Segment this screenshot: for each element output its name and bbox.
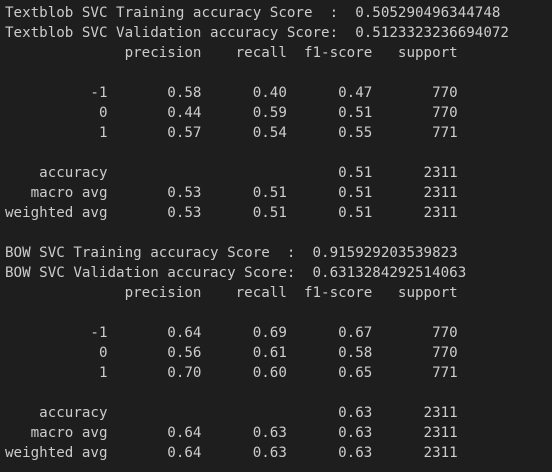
textblob-training-score-line: Textblob SVC Training accuracy Score : 0…: [5, 5, 501, 21]
textblob-class-0-row: 0 0.44 0.59 0.51 770: [5, 105, 458, 121]
bow-weighted-avg-row: weighted avg 0.64 0.63 0.63 2311: [5, 445, 458, 461]
bow-accuracy-row: accuracy 0.63 2311: [5, 405, 458, 421]
terminal-output: Textblob SVC Training accuracy Score : 0…: [0, 0, 552, 472]
bow-class-1-row: 1 0.70 0.60 0.65 771: [5, 365, 458, 381]
bow-macro-avg-row: macro avg 0.64 0.63 0.63 2311: [5, 425, 458, 441]
textblob-class-1-row: 1 0.57 0.54 0.55 771: [5, 125, 458, 141]
textblob-class-neg1-row: -1 0.58 0.40 0.47 770: [5, 85, 458, 101]
bow-report-header: precision recall f1-score support: [5, 285, 458, 301]
bow-validation-score-line: BOW SVC Validation accuracy Score: 0.631…: [5, 265, 467, 281]
textblob-accuracy-row: accuracy 0.51 2311: [5, 165, 458, 181]
textblob-weighted-avg-row: weighted avg 0.53 0.51 0.51 2311: [5, 205, 458, 221]
bow-training-score-line: BOW SVC Training accuracy Score : 0.9159…: [5, 245, 458, 261]
bow-class-neg1-row: -1 0.64 0.69 0.67 770: [5, 325, 458, 341]
textblob-validation-score-line: Textblob SVC Validation accuracy Score: …: [5, 25, 509, 41]
bow-class-0-row: 0 0.56 0.61 0.58 770: [5, 345, 458, 361]
textblob-macro-avg-row: macro avg 0.53 0.51 0.51 2311: [5, 185, 458, 201]
textblob-report-header: precision recall f1-score support: [5, 45, 458, 61]
